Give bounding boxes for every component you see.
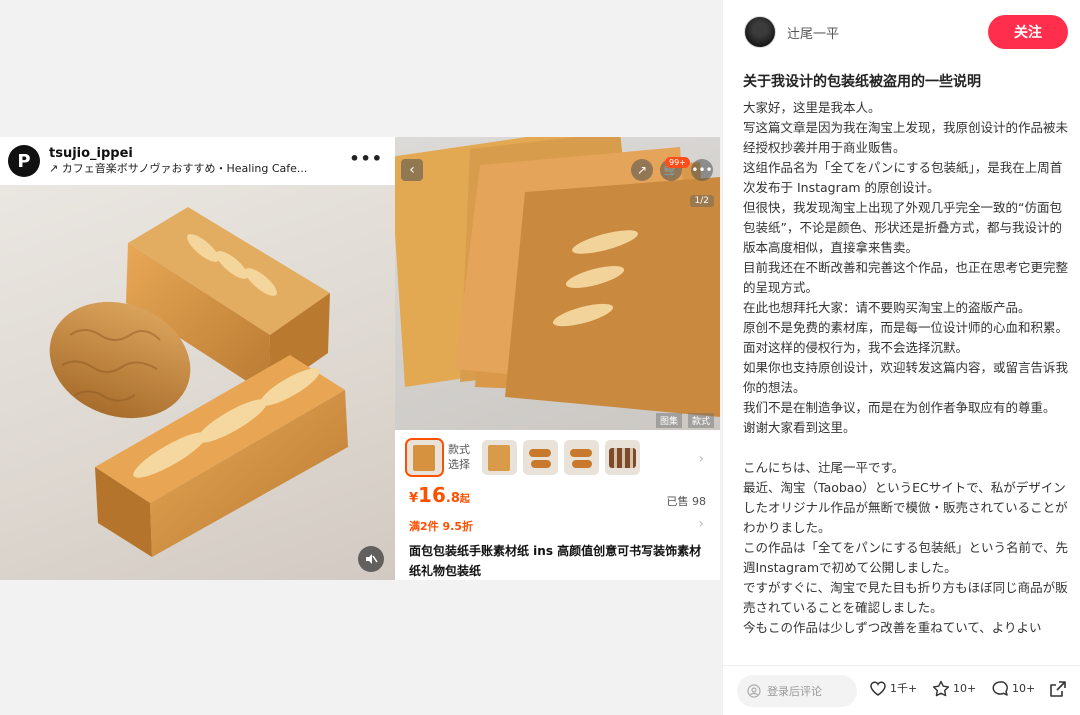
instagram-header: P tsujio_ippei ↗ カフェ音楽ボサノヴァおすすめ・Healing … bbox=[0, 137, 395, 185]
post-paragraph: 在此也想拜托大家：请不要购买淘宝上的盗版产品。 bbox=[743, 300, 1031, 315]
cart-count-badge: 99+ bbox=[665, 157, 690, 168]
post-paragraph: 如果你也支持原创设计，欢迎转发这篇内容，或留言告诉我你的想法。 bbox=[743, 360, 1069, 395]
favorite-button[interactable]: 10+ bbox=[932, 680, 976, 697]
product-title: 面包包装纸手账素材纸 ins 高颜值创意可书写装饰素材纸礼物包装纸 bbox=[409, 544, 702, 578]
comment-placeholder: 登录后评论 bbox=[767, 685, 822, 698]
style-thumb bbox=[523, 440, 558, 475]
tag-gallery: 图集 bbox=[655, 413, 682, 428]
tag-style: 款式 bbox=[687, 413, 714, 428]
wrapping-paper-photo: ‹ ↗ 🛒 99+ ••• 1/2 图集 款式 bbox=[395, 137, 720, 430]
post-paragraph: 目前我还在不断改善和完善这个作品，也正在思考它更完整的呈现方式。 bbox=[743, 260, 1069, 295]
post-paragraph bbox=[743, 438, 1069, 458]
style-thumb bbox=[605, 440, 640, 475]
back-icon: ‹ bbox=[401, 159, 423, 181]
post-paragraph: 大家好，这里是我本人。 bbox=[743, 100, 881, 115]
instagram-audio-label: ↗ カフェ音楽ボサノヴァおすすめ・Healing Cafe... bbox=[49, 162, 308, 176]
instagram-username: tsujio_ippei bbox=[49, 146, 133, 161]
author-name[interactable]: 辻尾一平 bbox=[787, 23, 839, 42]
post-paragraph: こんにちは、辻尾一平です。 bbox=[743, 460, 905, 475]
style-thumbnails: 款式 选择 bbox=[405, 438, 640, 477]
user-icon bbox=[747, 684, 761, 698]
style-select-label: 款式 选择 bbox=[448, 443, 470, 471]
like-count: 1千+ bbox=[890, 682, 918, 695]
bread-packages-illustration bbox=[49, 207, 348, 557]
post-title: 关于我设计的包装纸被盗用的一些说明 bbox=[743, 74, 981, 90]
page-indicator: 1/2 bbox=[689, 195, 714, 207]
post-paragraph: この作品は「全てをパンにする包装紙」という名前で、先週Instagramで初めて… bbox=[743, 540, 1069, 575]
post-panel: 辻尾一平 关注 关于我设计的包装纸被盗用的一些说明 大家好，这里是我本人。写这篇… bbox=[722, 0, 1080, 715]
share-icon bbox=[1050, 681, 1066, 697]
post-paragraph: 原创不是免费的素材库，而是每一位设计师的心血和积累。面对这样的侵权行为，我不会选… bbox=[743, 320, 1069, 355]
price: ¥16.8起 bbox=[409, 483, 470, 507]
comment-icon bbox=[992, 681, 1008, 696]
mute-icon bbox=[358, 546, 384, 572]
avatar[interactable] bbox=[744, 16, 776, 48]
style-thumb bbox=[482, 440, 517, 475]
like-button[interactable]: 1千+ bbox=[869, 680, 917, 696]
post-paragraph: 最近、淘宝（Taobao）というECサイトで、私がデザインしたオリジナル作品が無… bbox=[743, 480, 1068, 535]
bread-wrapped-photo bbox=[0, 185, 395, 580]
post-paragraph: 这组作品名为「全てをパンにする包装紙」，是我在上周首次发布于 Instagram… bbox=[743, 160, 1063, 195]
instagram-avatar: P bbox=[8, 145, 40, 177]
share-icon: ↗ bbox=[631, 159, 653, 181]
heart-icon bbox=[870, 681, 886, 696]
promo-label: 满2件 9.5折 bbox=[409, 520, 473, 533]
comment-count: 10+ bbox=[1012, 682, 1036, 695]
style-thumb bbox=[405, 438, 444, 477]
share-button[interactable] bbox=[1049, 680, 1070, 698]
more-icon: ••• bbox=[349, 149, 383, 168]
star-icon bbox=[932, 680, 950, 697]
style-thumb bbox=[564, 440, 599, 475]
comment-input[interactable]: 登录后评论 bbox=[737, 675, 857, 707]
post-paragraph: 我们不是在制造争议，而是在为创作者争取应有的尊重。 bbox=[743, 400, 1056, 415]
photo-tags: 图集 款式 bbox=[655, 413, 714, 428]
taobao-listing-screenshot: ‹ ↗ 🛒 99+ ••• 1/2 图集 款式 款式 选择 › ¥16.8起 已售… bbox=[395, 137, 720, 580]
post-paragraph: 谢谢大家看到这里。 bbox=[743, 420, 856, 435]
media-viewer[interactable]: P tsujio_ippei ↗ カフェ音楽ボサノヴァおすすめ・Healing … bbox=[0, 0, 722, 715]
post-paragraph: 写这篇文章是因为我在淘宝上发现，我原创设计的作品被未经授权抄袭并用于商业贩售。 bbox=[743, 120, 1069, 155]
follow-button[interactable]: 关注 bbox=[988, 15, 1068, 49]
post-paragraph: ですがすぐに、淘宝で見た目も折り方もほぼ同じ商品が販売されていることを確認しまし… bbox=[743, 580, 1068, 615]
chevron-right-icon: › bbox=[698, 451, 704, 467]
post-paragraph: 今もこの作品は少しずつ改善を重ねていて、よりよい bbox=[743, 620, 1042, 635]
engagement-bar: 登录后评论 1千+ 10+ 10+ bbox=[723, 665, 1080, 715]
author-info[interactable]: 辻尾一平 bbox=[744, 16, 839, 48]
post-paragraph: 但很快，我发现淘宝上出现了外观几乎完全一致的“仿面包包装纸”，不论是颜色、形状还… bbox=[743, 200, 1062, 255]
favorite-count: 10+ bbox=[953, 682, 977, 695]
chevron-right-icon: › bbox=[698, 516, 704, 532]
more-icon: ••• bbox=[691, 159, 713, 181]
sold-count: 已售 98 bbox=[666, 495, 707, 508]
instagram-post-screenshot: P tsujio_ippei ↗ カフェ音楽ボサノヴァおすすめ・Healing … bbox=[0, 137, 395, 580]
post-body[interactable]: 大家好，这里是我本人。写这篇文章是因为我在淘宝上发现，我原创设计的作品被未经授权… bbox=[743, 98, 1069, 654]
comment-button[interactable]: 10+ bbox=[991, 680, 1035, 697]
